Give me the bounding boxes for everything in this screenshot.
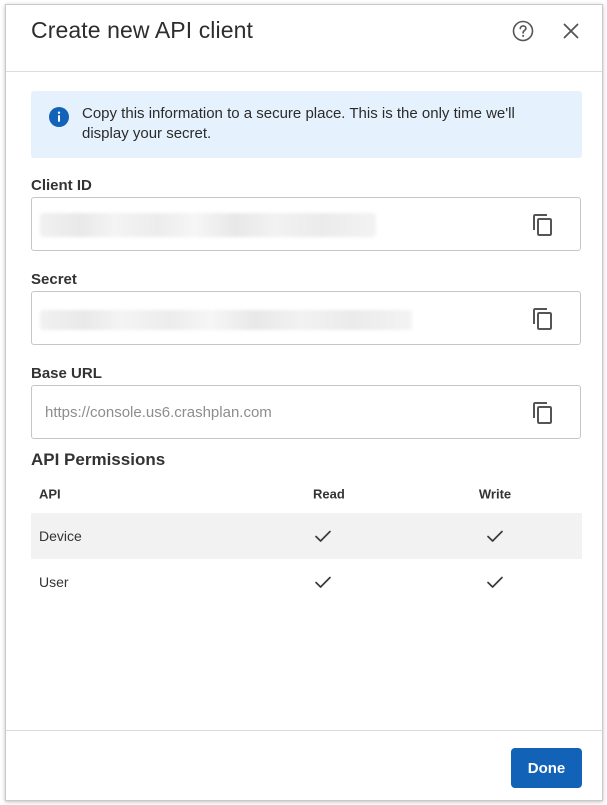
close-icon [563,23,579,39]
help-circle-icon [512,20,534,42]
check-icon [487,530,503,542]
client-id-redacted-value [40,213,376,237]
dialog-header: Create new API client [6,5,602,72]
secret-field[interactable] [31,291,581,345]
api-permissions-table: API Read Write Device User [31,475,582,605]
secret-label: Secret [31,271,77,288]
copy-secret-button[interactable] [531,307,555,331]
table-header-row: API Read Write [31,475,582,513]
secret-redacted-value [40,310,412,330]
dialog-footer: Done [6,730,602,801]
copy-icon [533,214,552,236]
close-button[interactable] [559,19,583,43]
api-name-cell: User [39,574,69,590]
done-button[interactable]: Done [511,748,582,788]
help-button[interactable] [511,19,535,43]
column-header-read: Read [313,486,345,502]
copy-icon [533,402,552,424]
check-icon [315,576,331,588]
base-url-label: Base URL [31,365,102,382]
info-banner: Copy this information to a secure place.… [31,91,582,158]
api-name-cell: Device [39,528,82,544]
info-banner-text: Copy this information to a secure place.… [82,105,515,142]
client-id-label: Client ID [31,177,92,194]
copy-base-url-button[interactable] [531,401,555,425]
api-permissions-heading: API Permissions [31,450,166,469]
table-row-user: User [31,559,582,605]
base-url-value: https://console.us6.crashplan.com [45,404,272,421]
column-header-api: API [39,486,61,502]
info-icon [49,107,69,127]
table-row-device: Device [31,513,582,559]
check-icon [487,576,503,588]
create-api-client-dialog: Create new API client Copy this informat… [5,4,603,801]
client-id-field[interactable] [31,197,581,251]
column-header-write: Write [478,486,512,502]
dialog-title: Create new API client [31,17,253,43]
copy-client-id-button[interactable] [531,213,555,237]
copy-icon [533,308,552,330]
base-url-field[interactable]: https://console.us6.crashplan.com [31,385,581,439]
check-icon [315,530,331,542]
